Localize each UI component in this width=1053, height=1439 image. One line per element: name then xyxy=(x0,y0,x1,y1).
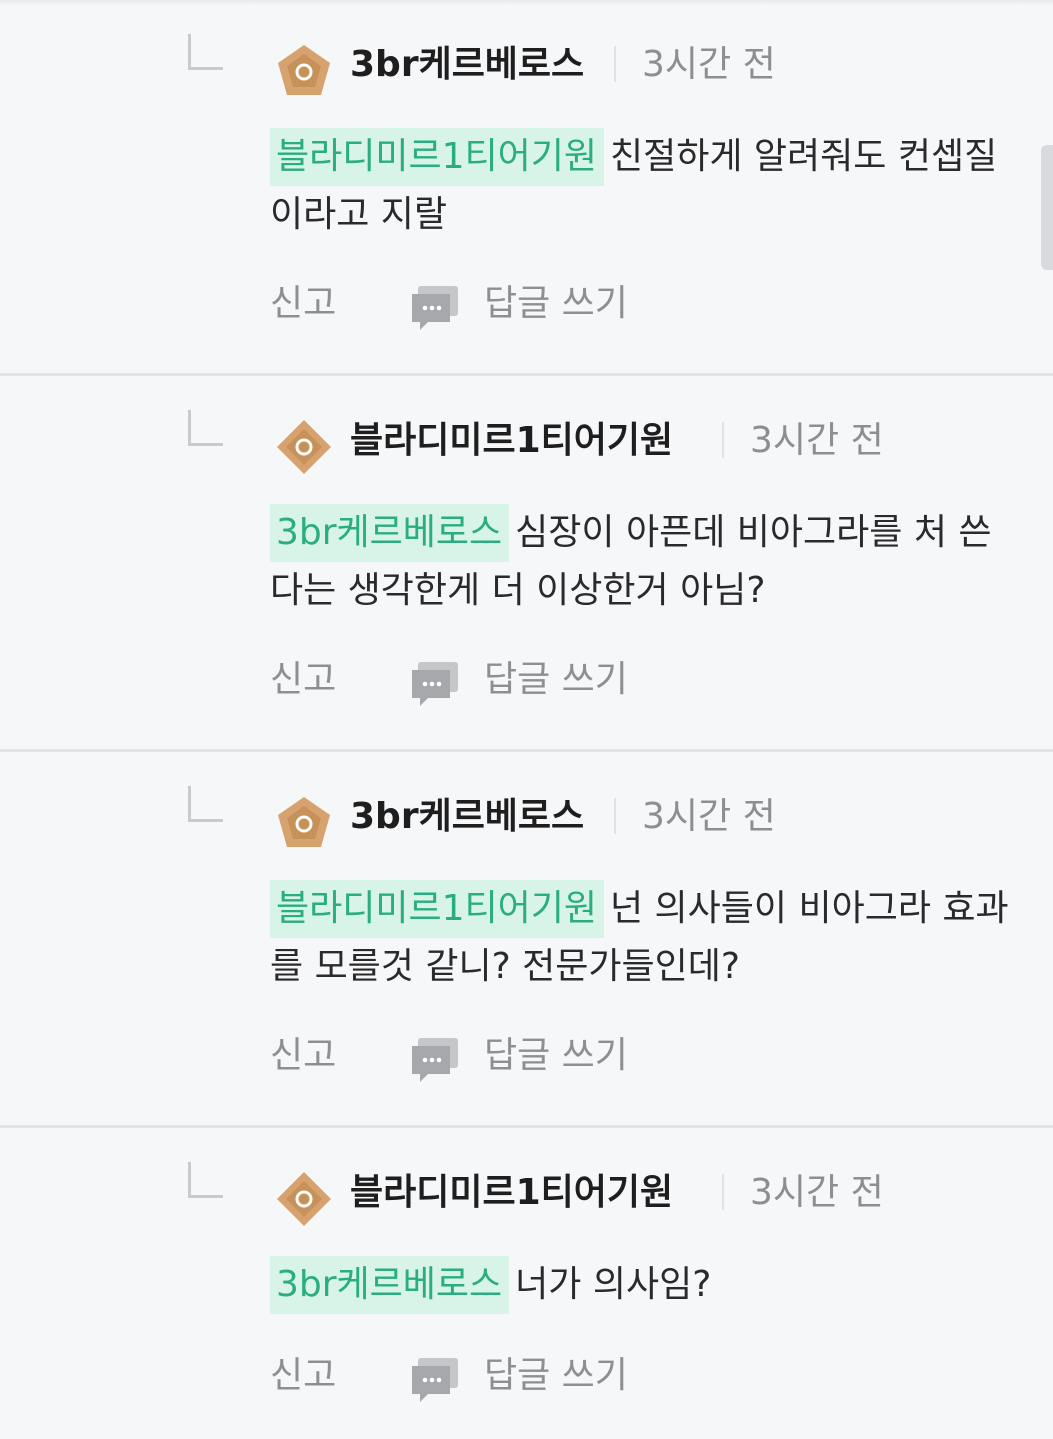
report-button[interactable]: 신고 xyxy=(270,1030,336,1082)
diamond-rank-icon xyxy=(277,420,331,474)
comment-body: 블라디미르1티어기원 친절하게 알려줘도 컨셉질이라고 지랄 xyxy=(270,128,1010,244)
diamond-rank-icon xyxy=(277,1172,331,1226)
reply-button-label: 답글 쓰기 xyxy=(484,659,628,700)
reply-button[interactable]: 답글 쓰기 xyxy=(410,278,650,330)
chat-bubble-icon xyxy=(412,662,458,706)
comment-timestamp: 3시간 전 xyxy=(750,1172,884,1213)
reply-comment: 블라디미르1티어기원 3시간 전 3br케르베로스 너가 의사임? 신고 답글 쓰… xyxy=(0,1128,1053,1439)
pentagon-rank-icon xyxy=(278,797,330,847)
comment-timestamp: 3시간 전 xyxy=(750,420,884,461)
reply-indent-icon xyxy=(188,34,223,70)
report-button[interactable]: 신고 xyxy=(270,278,336,330)
pentagon-rank-icon xyxy=(278,45,330,95)
comment-author[interactable]: 블라디미르1티어기원 xyxy=(350,1170,673,1216)
reply-comment: 블라디미르1티어기원 3시간 전 3br케르베로스 심장이 아픈데 비아그라를 처… xyxy=(0,376,1053,752)
chat-bubble-icon xyxy=(412,1038,458,1082)
comment-text: 너가 의사임? xyxy=(515,1264,712,1305)
chat-bubble-icon xyxy=(412,286,458,330)
reply-button-label: 답글 쓰기 xyxy=(484,1355,628,1396)
report-button[interactable]: 신고 xyxy=(270,654,336,706)
mention-tag[interactable]: 블라디미르1티어기원 xyxy=(270,880,604,938)
comment-body: 3br케르베로스 심장이 아픈데 비아그라를 처 쓴다는 생각한게 더 이상한거 … xyxy=(270,504,1010,620)
meta-divider xyxy=(722,422,724,458)
reply-button[interactable]: 답글 쓰기 xyxy=(410,1350,650,1402)
scrollbar-thumb[interactable] xyxy=(1041,145,1053,270)
comment-author[interactable]: 3br케르베로스 xyxy=(350,794,584,840)
comment-body: 블라디미르1티어기원 넌 의사들이 비아그라 효과를 모를것 같니? 전문가들인데… xyxy=(270,880,1010,996)
comment-timestamp: 3시간 전 xyxy=(642,44,776,85)
comment-author[interactable]: 블라디미르1티어기원 xyxy=(350,418,673,464)
reply-comment: 3br케르베로스 3시간 전 블라디미르1티어기원 넌 의사들이 비아그라 효과를… xyxy=(0,752,1053,1128)
comment-body: 3br케르베로스 너가 의사임? xyxy=(270,1256,1010,1314)
reply-button[interactable]: 답글 쓰기 xyxy=(410,654,650,706)
mention-tag[interactable]: 3br케르베로스 xyxy=(270,504,510,562)
reply-comment: 3br케르베로스 3시간 전 블라디미르1티어기원 친절하게 알려줘도 컨셉질이라… xyxy=(0,0,1053,376)
comment-thread: 3br케르베로스 3시간 전 블라디미르1티어기원 친절하게 알려줘도 컨셉질이라… xyxy=(0,0,1053,1439)
report-button[interactable]: 신고 xyxy=(270,1350,336,1402)
chat-bubble-icon xyxy=(412,1358,458,1402)
meta-divider xyxy=(614,798,616,834)
meta-divider xyxy=(614,46,616,82)
comment-author[interactable]: 3br케르베로스 xyxy=(350,42,584,88)
reply-indent-icon xyxy=(188,786,223,822)
reply-indent-icon xyxy=(188,1162,223,1198)
mention-tag[interactable]: 블라디미르1티어기원 xyxy=(270,128,604,186)
reply-button[interactable]: 답글 쓰기 xyxy=(410,1030,650,1082)
reply-indent-icon xyxy=(188,410,223,446)
comment-timestamp: 3시간 전 xyxy=(642,796,776,837)
reply-button-label: 답글 쓰기 xyxy=(484,283,628,324)
mention-tag[interactable]: 3br케르베로스 xyxy=(270,1256,510,1314)
reply-button-label: 답글 쓰기 xyxy=(484,1035,628,1076)
meta-divider xyxy=(722,1174,724,1210)
